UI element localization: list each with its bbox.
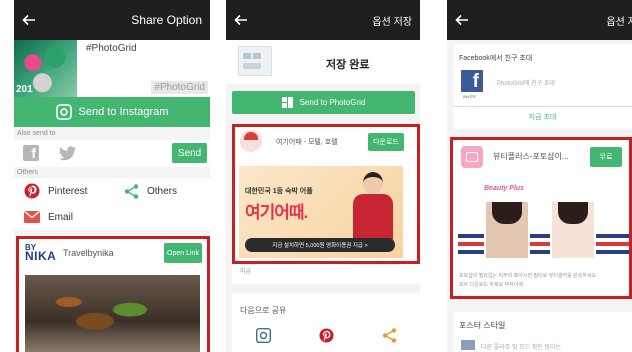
back-button[interactable] xyxy=(14,0,44,40)
poster-style-section[interactable]: 포스터 스타일 다른 콜라주 및 모드 확인 방이는 xyxy=(453,312,632,352)
poster-style-label: 포스터 스타일 xyxy=(459,321,506,330)
collage-thumbnail[interactable]: 201 xyxy=(14,40,77,97)
save-complete-label: 저장 완료 xyxy=(326,59,370,71)
facebook-invite-sub: PhotoGrid에 친구 초대 xyxy=(497,81,555,87)
photo-preview-row: 201 #PhotoGrid #PhotoGrid xyxy=(14,40,210,97)
send-to-instagram-label: Send to Instagram xyxy=(78,106,169,118)
others-label[interactable]: Others xyxy=(147,186,177,197)
top-bar: 옵션 저장 xyxy=(226,0,420,40)
pinterest-label[interactable]: Pinterest xyxy=(48,186,87,197)
send-to-instagram-button[interactable]: Send to Instagram xyxy=(14,97,210,127)
save-complete-row: 저장 완료 xyxy=(226,40,420,84)
highlight-box xyxy=(232,124,420,264)
save-option-screen-ko: 옵션 저장 저장 완료 Send to PhotoGrid 여기어때 - 모텔,… xyxy=(226,0,420,352)
top-bar: Share Option xyxy=(14,0,210,40)
top-bar: 옵션 저장 xyxy=(447,0,632,40)
collage-year-label: 201 xyxy=(16,84,33,95)
page-title: 옵션 저장 xyxy=(606,16,632,28)
facebook-invite-card: Facebook에서 친구 초대 f INVITE PhotoGrid에 친구 … xyxy=(453,44,632,129)
email-icon[interactable] xyxy=(24,211,40,223)
facebook-invite-title: Facebook에서 친구 초대 xyxy=(459,55,533,62)
arrow-left-icon xyxy=(234,14,247,26)
send-button[interactable]: Send xyxy=(172,143,207,163)
email-label[interactable]: Email xyxy=(48,212,73,223)
ad-description: 지급 xyxy=(240,269,252,275)
also-send-to-label: Also send to xyxy=(17,130,56,137)
pinterest-icon xyxy=(24,183,40,199)
share-targets-row: Pinterest Others Email xyxy=(14,178,210,230)
facebook-icon: f xyxy=(472,71,479,92)
page-title: 옵션 저장 xyxy=(372,16,412,28)
back-button[interactable] xyxy=(226,0,256,40)
share-more-section: 다음으로 공유 xyxy=(232,293,420,352)
page-title: Share Option xyxy=(131,13,202,27)
pinterest-icon[interactable] xyxy=(319,328,334,343)
instagram-icon[interactable] xyxy=(256,328,271,343)
also-send-row: f Send xyxy=(14,140,210,167)
facebook-icon: f xyxy=(31,145,36,161)
hashtag-overlay-label: #PhotoGrid xyxy=(151,81,208,94)
twitter-share-button[interactable] xyxy=(59,146,77,161)
arrow-left-icon xyxy=(455,14,468,26)
save-option-screen-ko-2: 옵션 저장 Facebook에서 친구 초대 f INVITE PhotoGri… xyxy=(447,0,632,352)
invite-caption: INVITE xyxy=(463,94,476,99)
highlight-box xyxy=(450,137,632,299)
saved-thumbnail[interactable] xyxy=(238,46,272,76)
twitter-icon xyxy=(59,146,76,161)
divider xyxy=(453,106,632,107)
facebook-share-button[interactable]: f xyxy=(23,145,39,161)
invite-now-button[interactable]: 지금 초대 xyxy=(453,112,632,122)
share-icon[interactable] xyxy=(124,184,139,199)
pinterest-item[interactable] xyxy=(24,183,40,199)
send-to-photogrid-label: Send to PhotoGrid xyxy=(299,98,366,107)
share-option-screen: Share Option 201 #PhotoGrid #PhotoGrid S… xyxy=(14,0,210,352)
send-to-photogrid-button[interactable]: Send to PhotoGrid xyxy=(232,91,415,114)
highlight-box xyxy=(16,236,210,352)
others-section-label: Others xyxy=(17,169,39,176)
back-button[interactable] xyxy=(447,0,477,40)
facebook-invite-icon: f xyxy=(461,70,483,92)
poster-thumbnail xyxy=(461,340,475,350)
photogrid-icon xyxy=(281,97,293,108)
instagram-icon xyxy=(55,104,72,120)
poster-style-sub: 다른 콜라주 및 모드 확인 방이는 xyxy=(481,345,562,351)
share-icon[interactable] xyxy=(382,328,397,343)
share-more-label: 다음으로 공유 xyxy=(240,306,287,315)
arrow-left-icon xyxy=(22,14,35,26)
hashtag-text: #PhotoGrid xyxy=(86,43,137,54)
